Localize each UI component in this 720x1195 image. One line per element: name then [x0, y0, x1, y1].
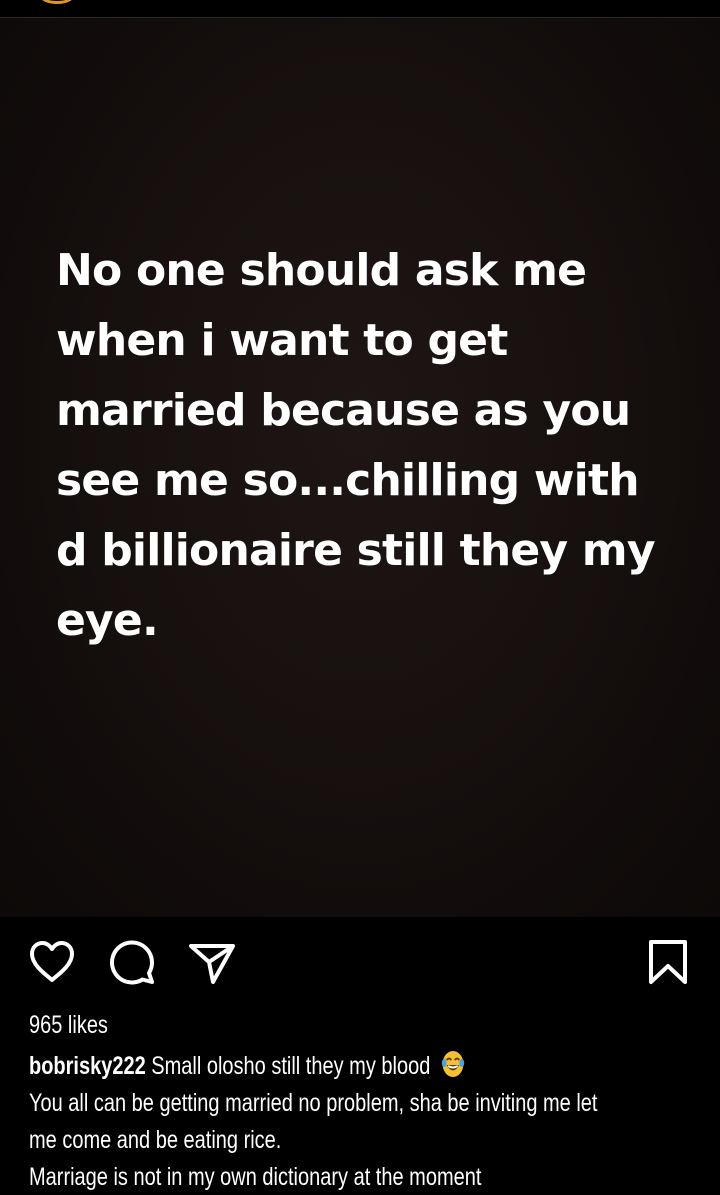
caption-line: You all can be getting married no proble… — [29, 1089, 598, 1117]
avatar[interactable] — [40, 0, 74, 4]
likes-count[interactable]: 965 likes — [29, 1008, 108, 1042]
bookmark-icon[interactable] — [644, 938, 692, 986]
caption-line: Marriage is not in my own dictionary at … — [29, 1163, 482, 1191]
comment-icon[interactable] — [108, 938, 156, 986]
post-image-text: No one should ask me when i want to get … — [56, 245, 656, 646]
laughing-emoji-icon — [441, 1049, 465, 1079]
caption-username[interactable]: bobrisky222 — [29, 1052, 146, 1080]
instagram-post: No one should ask me when i want to get … — [0, 0, 720, 1195]
heart-icon[interactable] — [28, 938, 76, 986]
action-bar — [0, 930, 720, 994]
post-image[interactable]: No one should ask me when i want to get … — [0, 18, 720, 917]
caption-line: me come and be eating rice. — [29, 1126, 282, 1154]
paper-plane-icon[interactable] — [188, 938, 236, 986]
caption: bobrisky222 Small olosho still they my b… — [29, 1048, 685, 1195]
caption-text: Small olosho still they my blood — [151, 1052, 431, 1080]
post-header — [0, 0, 720, 18]
caption-first-line: bobrisky222 Small olosho still they my b… — [29, 1048, 685, 1085]
